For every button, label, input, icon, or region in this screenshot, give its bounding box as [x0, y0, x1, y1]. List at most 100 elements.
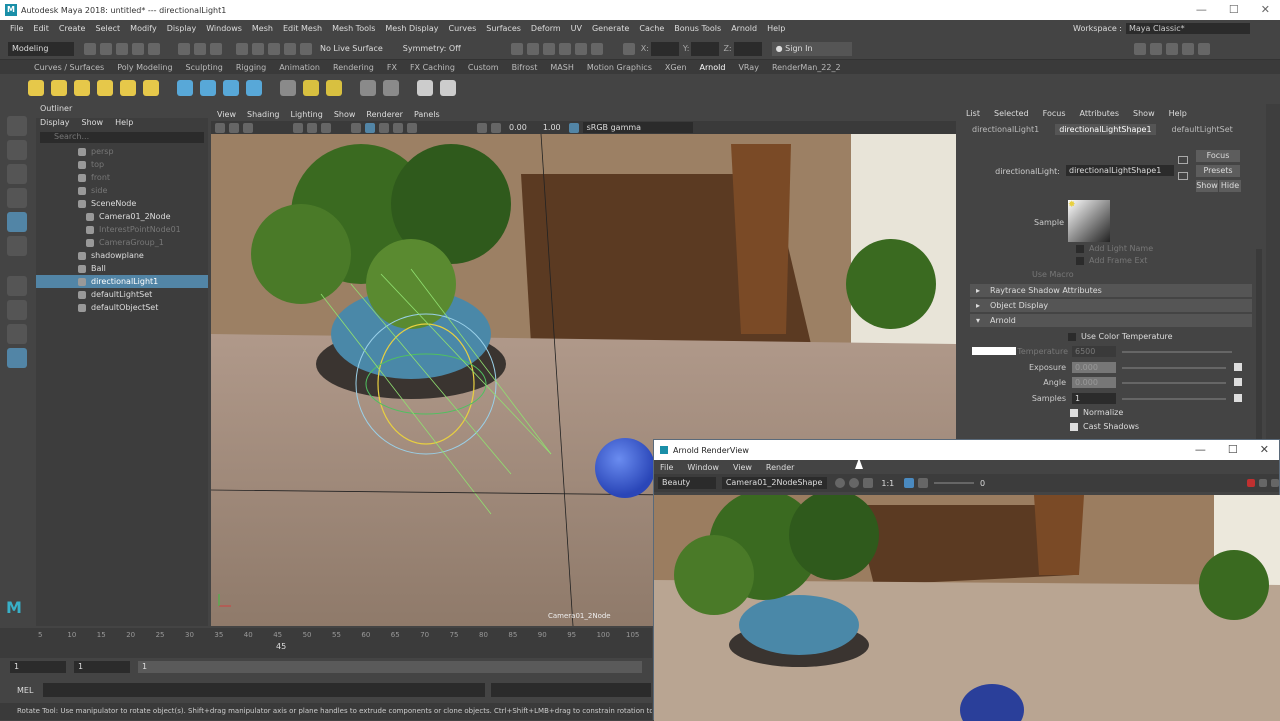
film-gate-icon[interactable] — [307, 122, 317, 133]
textured-icon[interactable] — [379, 122, 389, 133]
shelf-tab-animation[interactable]: Animation — [279, 63, 320, 72]
ae-cast-shadows-checkbox[interactable]: Cast Shadows — [1070, 422, 1139, 431]
rv-refresh-icon[interactable] — [835, 478, 846, 488]
outliner-item[interactable]: defaultObjectSet — [36, 301, 208, 314]
command-input[interactable] — [43, 683, 486, 697]
rv-settings-icon[interactable] — [918, 478, 929, 488]
ae-section-arnold[interactable]: ▾ Arnold — [970, 314, 1252, 327]
channel-box-layer-icon[interactable] — [1197, 42, 1210, 55]
pause-icon[interactable] — [590, 42, 603, 55]
ae-presets-button[interactable]: Presets — [1196, 165, 1240, 177]
arnold-standin-icon[interactable] — [177, 80, 193, 96]
ae-add-light-name[interactable]: Add Light Name — [1076, 244, 1153, 253]
ae-menu-attributes[interactable]: Attributes — [1080, 109, 1120, 118]
arnold-texture-tx-icon[interactable] — [326, 80, 342, 96]
channel-box-icon[interactable] — [1181, 42, 1194, 55]
shelf-tab-xgen[interactable]: XGen — [665, 63, 687, 72]
xray-icon[interactable] — [491, 122, 501, 133]
arnold-tx-manager-icon[interactable] — [360, 80, 376, 96]
shelf-tab-custom[interactable]: Custom — [468, 63, 499, 72]
arnold-mesh-light-icon[interactable] — [120, 80, 136, 96]
outliner-item[interactable]: top — [36, 158, 208, 171]
outliner-item[interactable]: shadowplane — [36, 249, 208, 262]
rv-menu-view[interactable]: View — [733, 463, 752, 472]
rv-aov-select[interactable]: Beauty — [658, 477, 716, 489]
viewport-gamma-value[interactable]: 1.00 — [543, 123, 561, 132]
menu-bonus-tools[interactable]: Bonus Tools — [674, 24, 721, 33]
mel-label[interactable]: MEL — [17, 686, 33, 695]
ae-exposure-map-button[interactable] — [1234, 363, 1242, 371]
arnold-render-view-icon[interactable] — [417, 80, 433, 96]
outliner-search-input[interactable]: Search... — [40, 132, 204, 143]
menu-surfaces[interactable]: Surfaces — [486, 24, 521, 33]
select-tool-icon[interactable] — [7, 116, 27, 136]
render-view-icon[interactable] — [574, 42, 587, 55]
menu-edit[interactable]: Edit — [33, 24, 49, 33]
arnold-volume-icon[interactable] — [200, 80, 216, 96]
minimize-button[interactable]: — — [1196, 3, 1207, 16]
select-by-component-icon[interactable] — [210, 42, 222, 55]
shelf-tab-mash[interactable]: MASH — [550, 63, 573, 72]
ae-menu-selected[interactable]: Selected — [994, 109, 1029, 118]
vp-menu-panels[interactable]: Panels — [414, 110, 440, 119]
redo-icon[interactable] — [148, 42, 160, 55]
snap-curve-icon[interactable] — [252, 42, 264, 55]
arnold-render-play-icon[interactable] — [440, 80, 456, 96]
shelf-tab-renderman[interactable]: RenderMan_22_2 — [772, 63, 841, 72]
ae-tab-lightset[interactable]: defaultLightSet — [1172, 125, 1233, 134]
ae-scrollbar[interactable] — [1256, 249, 1262, 439]
ae-menu-list[interactable]: List — [966, 109, 980, 118]
arnold-point-light-icon[interactable] — [51, 80, 67, 96]
close-button[interactable]: ✕ — [1261, 3, 1270, 16]
arnold-spot-light-icon[interactable] — [74, 80, 90, 96]
paint-select-tool-icon[interactable] — [7, 164, 27, 184]
modeling-toolkit-icon[interactable] — [1133, 42, 1146, 55]
menu-mesh-tools[interactable]: Mesh Tools — [332, 24, 375, 33]
ae-hide-button[interactable]: Hide — [1219, 180, 1241, 192]
perspective-outliner-layout-icon[interactable] — [7, 324, 27, 344]
ae-go-to-output-icon[interactable] — [1178, 172, 1188, 180]
menu-display[interactable]: Display — [167, 24, 197, 33]
ae-angle-field[interactable]: 0.000 — [1072, 377, 1116, 388]
tool-settings-icon[interactable] — [1165, 42, 1178, 55]
menu-help[interactable]: Help — [767, 24, 785, 33]
rv-close-button[interactable]: ✕ — [1260, 443, 1269, 456]
select-by-hierarchy-icon[interactable] — [178, 42, 190, 55]
rv-menu-window[interactable]: Window — [687, 463, 719, 472]
menu-file[interactable]: File — [10, 24, 23, 33]
outliner-item[interactable]: persp — [36, 145, 208, 158]
vp-menu-view[interactable]: View — [217, 110, 236, 119]
vp-menu-shading[interactable]: Shading — [247, 110, 280, 119]
rv-stop-icon[interactable] — [1247, 479, 1256, 487]
color-management-icon[interactable] — [568, 122, 579, 133]
menu-modify[interactable]: Modify — [130, 24, 157, 33]
menu-arnold[interactable]: Arnold — [731, 24, 757, 33]
outliner-item[interactable]: front — [36, 171, 208, 184]
vp-menu-lighting[interactable]: Lighting — [290, 110, 322, 119]
outliner-layout-icon[interactable] — [7, 348, 27, 368]
ae-add-frame-ext[interactable]: Add Frame Ext — [1076, 256, 1147, 265]
shelf-tab-poly-modeling[interactable]: Poly Modeling — [117, 63, 172, 72]
shelf-tab-rigging[interactable]: Rigging — [236, 63, 266, 72]
arnold-export-icon[interactable] — [383, 80, 399, 96]
time-slider[interactable]: 5 10 15 20 25 30 35 40 45 50 55 60 65 70 75 80 85 90 95 100… — [0, 628, 652, 658]
rv-ratio[interactable]: 1:1 — [881, 479, 894, 488]
bookmark-icon[interactable] — [229, 122, 239, 133]
outliner-menu-help[interactable]: Help — [115, 118, 133, 130]
outliner-item[interactable]: Ball — [36, 262, 208, 275]
ae-angle-slider[interactable] — [1122, 382, 1226, 384]
ae-go-to-input-icon[interactable] — [1178, 156, 1188, 164]
workspace-select[interactable]: Maya Classic* — [1126, 23, 1250, 34]
rv-crop-icon[interactable] — [904, 478, 915, 488]
four-view-layout-icon[interactable] — [7, 300, 27, 320]
rv-exposure-slider[interactable] — [934, 482, 975, 484]
shadows-icon[interactable] — [407, 122, 417, 133]
ae-menu-help[interactable]: Help — [1169, 109, 1187, 118]
rv-channel-icon[interactable] — [863, 478, 874, 488]
ae-show-button[interactable]: Show — [1196, 180, 1218, 192]
transform-input-icon[interactable] — [622, 42, 635, 55]
ae-normalize-checkbox[interactable]: Normalize — [1070, 408, 1123, 417]
rv-menu-file[interactable]: File — [660, 463, 673, 472]
save-scene-icon[interactable] — [116, 42, 128, 55]
mode-select[interactable]: Modeling — [8, 41, 74, 56]
